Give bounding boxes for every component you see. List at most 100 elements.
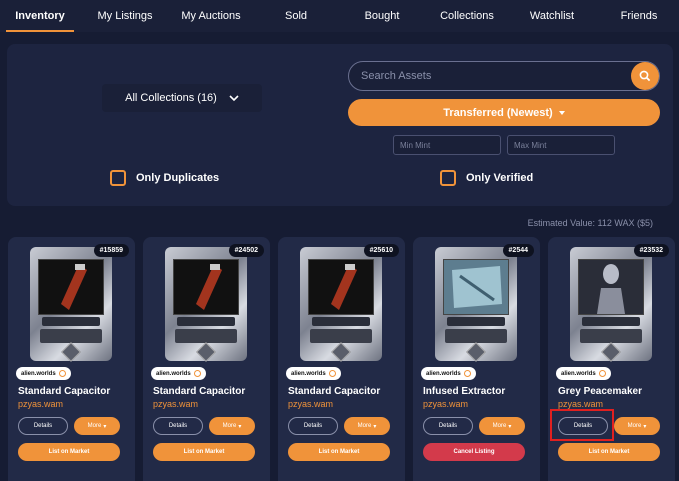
artwork-description <box>445 329 507 343</box>
min-mint-input[interactable] <box>393 135 501 155</box>
filter-panel: All Collections (16) Transferred (Newest… <box>7 44 673 206</box>
more-label: More <box>627 423 642 429</box>
artwork-gem <box>466 342 486 362</box>
collection-badge[interactable]: alien.worlds <box>556 367 611 380</box>
tab-friends[interactable]: Friends <box>614 0 664 32</box>
more-button[interactable]: More ▾ <box>479 417 525 435</box>
artwork-description <box>310 329 372 343</box>
asset-name: Standard Capacitor <box>288 386 381 397</box>
asset-owner[interactable]: pzyas.wam <box>423 399 468 409</box>
asset-owner[interactable]: pzyas.wam <box>18 399 63 409</box>
asset-name: Standard Capacitor <box>18 386 111 397</box>
asset-card[interactable]: #15859 alien.worlds Standard Capacitor p… <box>8 237 135 481</box>
estimated-value: Estimated Value: 112 WAX ($5) <box>527 218 653 228</box>
caret-down-icon: ▾ <box>643 423 647 430</box>
cancel-listing-button[interactable]: Cancel Listing <box>423 443 525 461</box>
mint-number: #23532 <box>633 244 669 257</box>
tab-watchlist[interactable]: Watchlist <box>524 0 580 32</box>
asset-owner[interactable]: pzyas.wam <box>558 399 603 409</box>
card-artwork <box>300 247 382 362</box>
collection-badge[interactable]: alien.worlds <box>286 367 341 380</box>
verified-icon <box>58 370 66 377</box>
artwork-plate <box>447 317 505 326</box>
search-input[interactable] <box>361 62 631 90</box>
asset-name: Grey Peacemaker <box>558 386 642 397</box>
only-duplicates-label: Only Duplicates <box>136 172 220 184</box>
sort-dropdown[interactable]: Transferred (Newest) <box>348 99 660 126</box>
collection-name: alien.worlds <box>561 370 596 377</box>
asset-name: Infused Extractor <box>423 386 506 397</box>
asset-owner[interactable]: pzyas.wam <box>288 399 333 409</box>
tab-collections[interactable]: Collections <box>436 0 498 32</box>
collection-badge[interactable]: alien.worlds <box>151 367 206 380</box>
list-on-market-button[interactable]: List on Market <box>18 443 120 461</box>
artwork-image <box>308 259 374 315</box>
tab-bought[interactable]: Bought <box>356 0 408 32</box>
details-button[interactable]: Details <box>18 417 68 435</box>
sort-label: Transferred (Newest) <box>443 106 553 119</box>
asset-card[interactable]: #24502 alien.worlds Standard Capacitor p… <box>143 237 270 481</box>
collection-badge[interactable]: alien.worlds <box>16 367 71 380</box>
verified-icon <box>328 370 336 377</box>
search-button[interactable] <box>631 62 659 90</box>
list-on-market-button[interactable]: List on Market <box>153 443 255 461</box>
artwork-plate <box>42 317 100 326</box>
more-label: More <box>222 423 237 429</box>
asset-card[interactable]: #25610 alien.worlds Standard Capacitor p… <box>278 237 405 481</box>
list-on-market-button[interactable]: List on Market <box>558 443 660 461</box>
checkbox-box[interactable] <box>440 170 456 186</box>
mint-number: #25610 <box>363 244 399 257</box>
artwork-gem <box>196 342 216 362</box>
artwork-image <box>578 259 644 315</box>
more-button[interactable]: More ▾ <box>614 417 660 435</box>
tab-my-listings[interactable]: My Listings <box>88 0 162 32</box>
tab-sold[interactable]: Sold <box>278 0 314 32</box>
collection-badge[interactable]: alien.worlds <box>421 367 476 380</box>
asset-name: Standard Capacitor <box>153 386 246 397</box>
only-duplicates-checkbox[interactable]: Only Duplicates <box>110 170 219 186</box>
artwork-image <box>443 259 509 315</box>
asset-owner[interactable]: pzyas.wam <box>153 399 198 409</box>
more-label: More <box>492 423 507 429</box>
collection-name: alien.worlds <box>426 370 461 377</box>
card-artwork <box>570 247 652 362</box>
verified-icon <box>598 370 606 377</box>
card-artwork <box>165 247 247 362</box>
caret-down-icon: ▾ <box>508 423 512 430</box>
caret-down-icon: ▾ <box>238 423 242 430</box>
more-button[interactable]: More ▾ <box>209 417 255 435</box>
search-box <box>348 61 660 91</box>
more-button[interactable]: More ▾ <box>74 417 120 435</box>
artwork-description <box>40 329 102 343</box>
checkbox-box[interactable] <box>110 170 126 186</box>
caret-down-icon: ▾ <box>373 423 377 430</box>
more-label: More <box>87 423 102 429</box>
artwork-gem <box>61 342 81 362</box>
more-button[interactable]: More ▾ <box>344 417 390 435</box>
artwork-image <box>173 259 239 315</box>
caret-down-icon: ▾ <box>103 423 107 430</box>
details-button[interactable]: Details <box>423 417 473 435</box>
artwork-plate <box>177 317 235 326</box>
details-button[interactable]: Details <box>153 417 203 435</box>
chevron-down-icon <box>229 94 239 101</box>
only-verified-checkbox[interactable]: Only Verified <box>440 170 533 186</box>
list-on-market-button[interactable]: List on Market <box>288 443 390 461</box>
caret-down-icon <box>558 110 565 115</box>
collection-select-label: All Collections (16) <box>125 92 217 104</box>
max-mint-input[interactable] <box>507 135 615 155</box>
verified-icon <box>193 370 201 377</box>
collection-select[interactable]: All Collections (16) <box>102 84 262 112</box>
tab-my-auctions[interactable]: My Auctions <box>172 0 250 32</box>
artwork-plate <box>582 317 640 326</box>
artwork-gem <box>601 342 621 362</box>
asset-card[interactable]: #23532 alien.worlds Grey Peacemaker pzya… <box>548 237 675 481</box>
search-icon <box>639 70 651 82</box>
artwork-plate <box>312 317 370 326</box>
details-button[interactable]: Details <box>288 417 338 435</box>
collection-name: alien.worlds <box>156 370 191 377</box>
tab-bar: Inventory My Listings My Auctions Sold B… <box>0 0 679 32</box>
asset-card[interactable]: #2544 alien.worlds Infused Extractor pzy… <box>413 237 540 481</box>
highlight-box <box>550 409 614 441</box>
tab-inventory[interactable]: Inventory <box>6 0 74 32</box>
